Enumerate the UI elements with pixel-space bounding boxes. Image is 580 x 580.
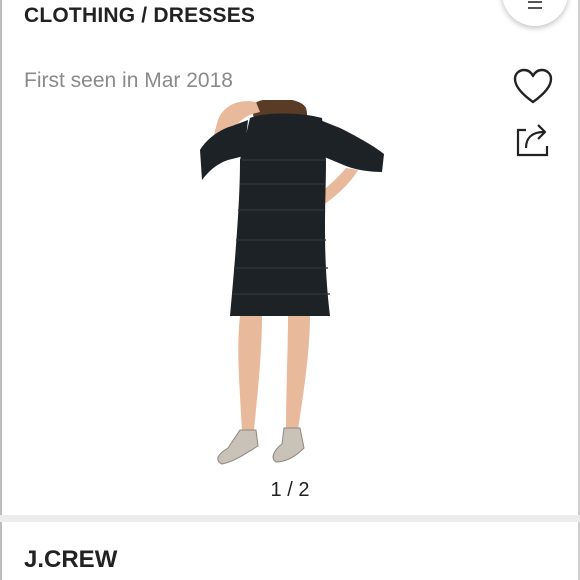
left-leg — [238, 316, 262, 432]
left-sandal — [217, 429, 259, 465]
heart-icon — [513, 68, 553, 104]
menu-icon — [528, 1, 542, 9]
floating-action-button[interactable] — [502, 0, 568, 26]
like-button[interactable] — [513, 68, 553, 106]
share-icon — [516, 124, 549, 157]
dress — [230, 113, 330, 316]
share-button[interactable] — [514, 122, 552, 158]
first-seen-date: First seen in Mar 2018 — [24, 69, 233, 92]
product-photo[interactable] — [170, 98, 410, 475]
section-divider — [0, 515, 580, 522]
image-pager: 1 / 2 — [270, 479, 310, 501]
right-leg — [286, 316, 310, 430]
brand-name[interactable]: J.CREW — [24, 546, 117, 574]
right-sleeve — [320, 120, 384, 172]
right-sandal — [272, 427, 305, 463]
breadcrumb[interactable]: CLOTHING / DRESSES — [24, 4, 255, 28]
